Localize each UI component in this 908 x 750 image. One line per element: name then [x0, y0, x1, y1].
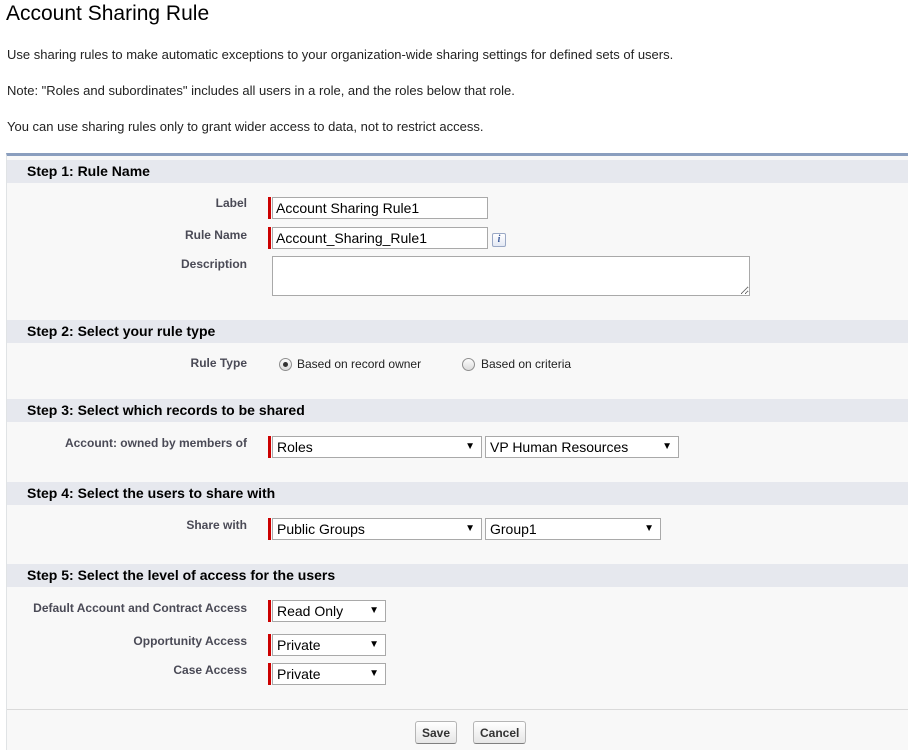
opportunity-access-caption: Opportunity Access: [133, 634, 247, 648]
case-access-caption: Case Access: [173, 663, 247, 677]
required-marker: [268, 518, 271, 540]
chevron-down-icon: ▼: [465, 441, 475, 452]
sharing-rule-form: Step 1: Rule Name Label Rule Name i Desc…: [6, 153, 908, 750]
owned-by-caption: Account: owned by members of: [64, 436, 247, 450]
save-button[interactable]: Save: [415, 721, 458, 744]
footer-divider: [7, 709, 908, 710]
info-icon[interactable]: i: [492, 233, 506, 247]
chevron-down-icon: ▼: [662, 441, 672, 452]
step4-heading: Step 4: Select the users to share with: [7, 482, 908, 505]
required-marker: [268, 600, 271, 622]
share-with-type-select[interactable]: Public Groups ▼: [272, 518, 482, 540]
opportunity-access-value: Private: [277, 637, 321, 653]
chevron-down-icon: ▼: [644, 523, 654, 534]
rule-name-caption: Rule Name: [184, 228, 247, 242]
opportunity-access-select[interactable]: Private ▼: [272, 634, 386, 656]
chevron-down-icon: ▼: [369, 668, 379, 679]
chevron-down-icon: ▼: [465, 523, 475, 534]
rule-type-owner-label[interactable]: Based on record owner: [297, 357, 421, 371]
chevron-down-icon: ▼: [369, 639, 379, 650]
intro-roles-note: Note: "Roles and subordinates" includes …: [7, 83, 515, 98]
intro-sharing-rules: Use sharing rules to make automatic exce…: [7, 47, 674, 62]
intro-access-note: You can use sharing rules only to grant …: [7, 119, 484, 134]
step5-heading: Step 5: Select the level of access for t…: [7, 564, 908, 587]
required-marker: [268, 663, 271, 685]
label-input[interactable]: [272, 197, 488, 219]
required-marker: [268, 436, 271, 458]
account-access-select[interactable]: Read Only ▼: [272, 600, 386, 622]
rule-type-caption: Rule Type: [190, 356, 247, 370]
required-marker: [268, 227, 271, 249]
case-access-select[interactable]: Private ▼: [272, 663, 386, 685]
share-with-type-value: Public Groups: [277, 521, 365, 537]
rule-type-criteria-radio[interactable]: [462, 358, 475, 371]
description-textarea[interactable]: [272, 256, 750, 296]
step3-heading: Step 3: Select which records to be share…: [7, 399, 908, 422]
account-access-caption: Default Account and Contract Access: [33, 601, 247, 615]
chevron-down-icon: ▼: [369, 605, 379, 616]
required-marker: [268, 634, 271, 656]
owned-by-type-select[interactable]: Roles ▼: [272, 436, 482, 458]
owned-by-type-value: Roles: [277, 439, 313, 455]
rule-type-owner-radio[interactable]: [279, 358, 292, 371]
share-with-caption: Share with: [186, 518, 247, 532]
account-access-value: Read Only: [277, 603, 344, 619]
share-with-group-select[interactable]: Group1 ▼: [485, 518, 661, 540]
required-marker: [268, 197, 271, 219]
step1-heading: Step 1: Rule Name: [7, 160, 908, 183]
case-access-value: Private: [277, 666, 321, 682]
owned-by-group-value: VP Human Resources: [490, 439, 629, 455]
page-title: Account Sharing Rule: [6, 2, 210, 25]
step2-heading: Step 2: Select your rule type: [7, 320, 908, 343]
cancel-button[interactable]: Cancel: [473, 721, 527, 744]
rule-name-input[interactable]: [272, 227, 488, 249]
description-caption: Description: [180, 257, 247, 271]
share-with-group-value: Group1: [490, 521, 537, 537]
rule-type-criteria-label[interactable]: Based on criteria: [481, 357, 571, 371]
owned-by-group-select[interactable]: VP Human Resources ▼: [485, 436, 679, 458]
label-caption: Label: [215, 196, 247, 210]
